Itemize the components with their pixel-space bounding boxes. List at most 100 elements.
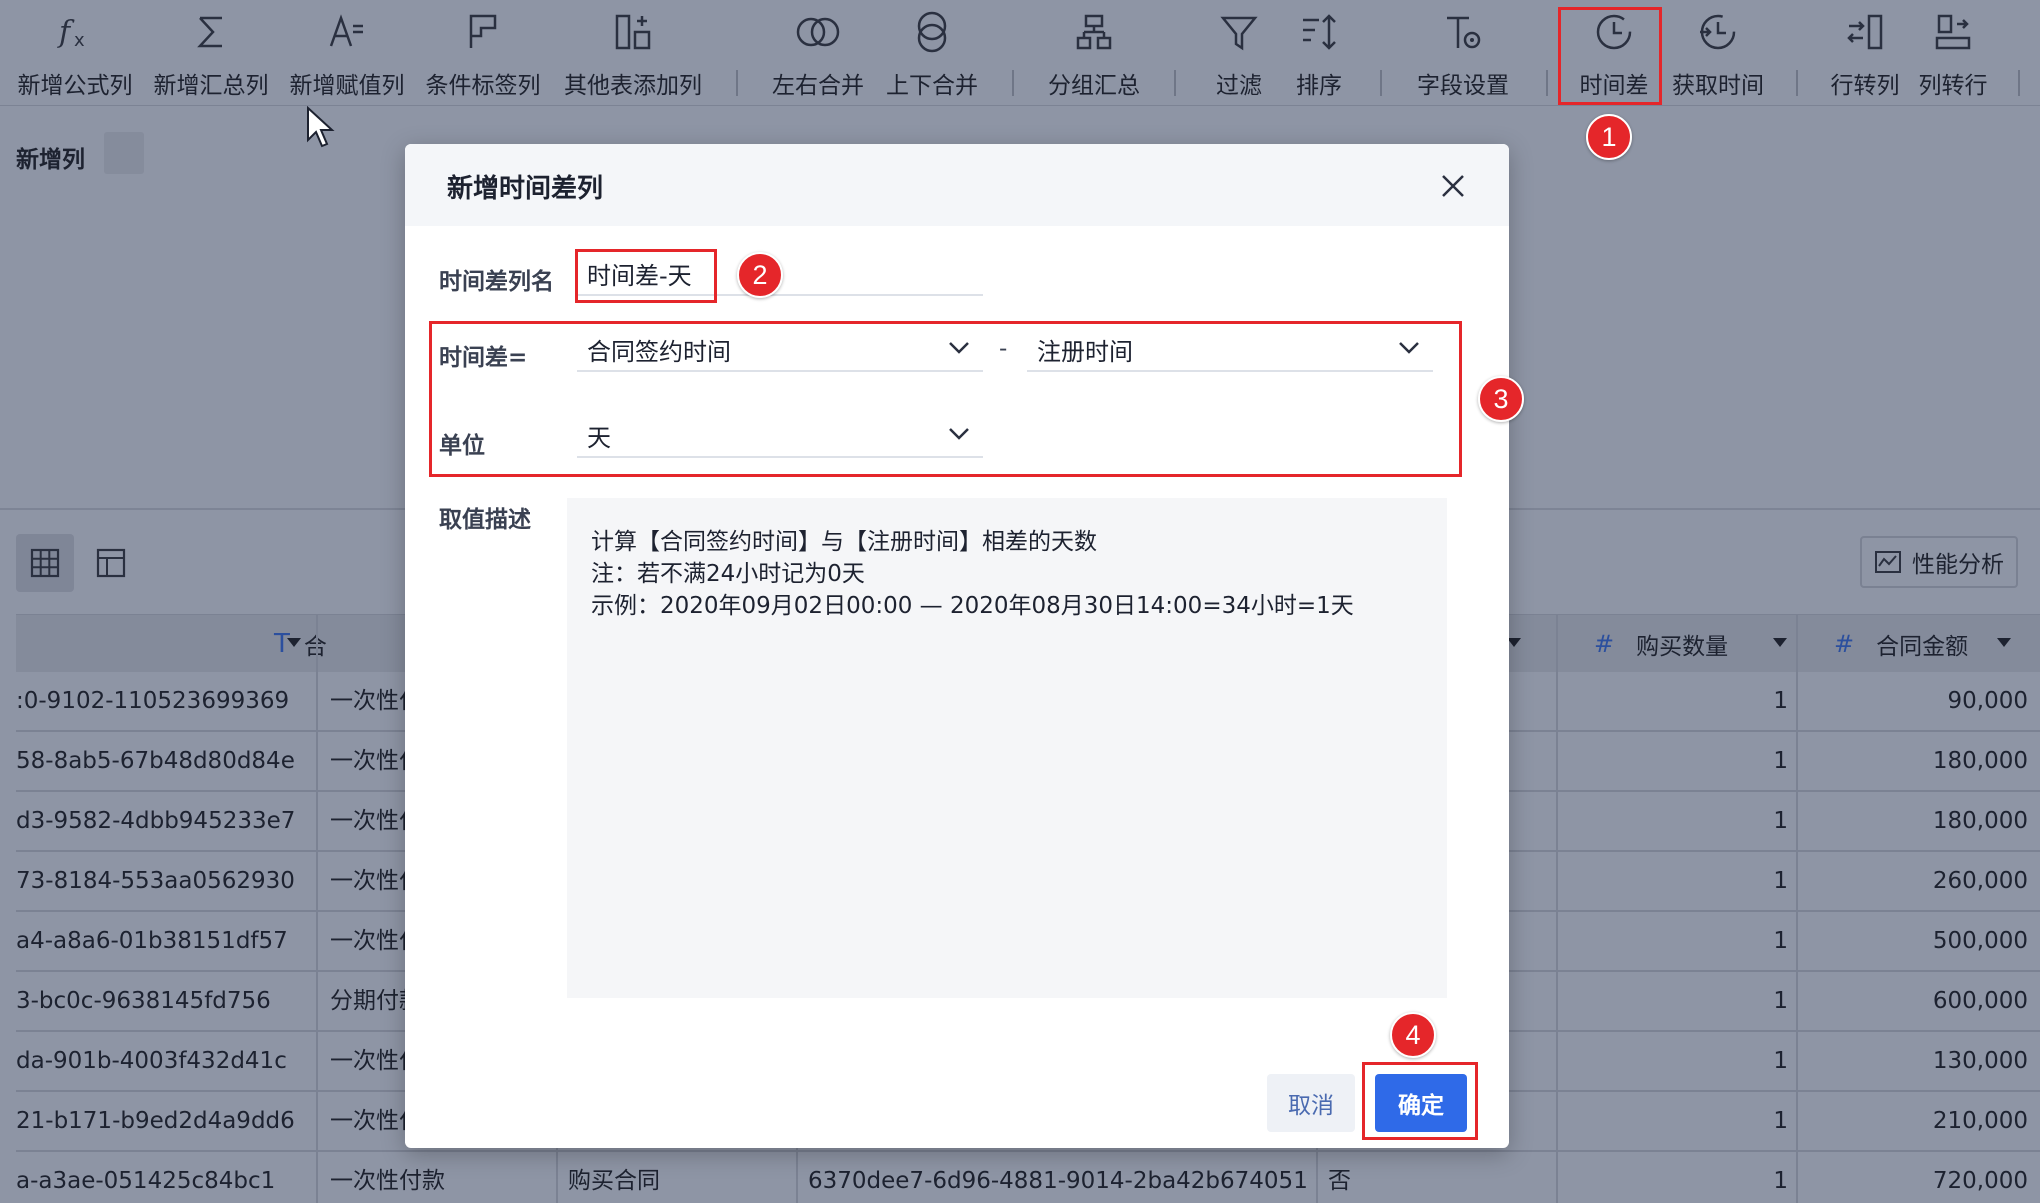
- step-badge-2: 2: [737, 252, 783, 298]
- number-icon: #: [1834, 630, 1855, 658]
- new-column-chip[interactable]: [104, 132, 144, 174]
- layout-icon: [96, 548, 126, 578]
- merge-horizontal-icon: [796, 10, 840, 54]
- col-header-quantity[interactable]: # 购买数量: [1580, 615, 1810, 673]
- step-badge-1: 1: [1586, 114, 1632, 160]
- step-badge-4: 4: [1390, 1012, 1436, 1058]
- performance-analysis-button[interactable]: 性能分析: [1860, 536, 2018, 588]
- flag-icon: [461, 10, 505, 54]
- toolbar-separator: [736, 70, 738, 96]
- formula-icon: fx: [53, 10, 97, 54]
- close-icon: [1442, 175, 1464, 197]
- add-formula-column-label: 新增公式列: [17, 73, 133, 99]
- row-to-column-button[interactable]: 行转列: [1824, 0, 1906, 106]
- field-settings-icon: [1441, 10, 1485, 54]
- sort-caret-icon[interactable]: [1772, 637, 1788, 649]
- table-cell-qty: 1: [1773, 748, 1788, 774]
- description-line: 注：若不满24小时记为0天: [591, 561, 865, 587]
- filter-label: 过滤: [1216, 73, 1262, 99]
- grid-view-button[interactable]: [16, 534, 74, 592]
- merge-horizontal-button[interactable]: 左右合并: [766, 0, 870, 106]
- table-cell-id: d3-9582-4dbb945233e7: [16, 808, 296, 834]
- table-cell-id: 73-8184-553aa0562930: [16, 868, 295, 894]
- close-button[interactable]: [1433, 166, 1473, 206]
- sort-caret-icon[interactable]: [286, 637, 302, 649]
- add-assign-column-button[interactable]: 新增赋值列: [286, 0, 408, 106]
- merge-vertical-label: 上下合并: [886, 73, 978, 99]
- sigma-icon: [189, 10, 233, 54]
- table-cell-qty: 1: [1773, 1108, 1788, 1134]
- col-header-quantity-label: 购买数量: [1636, 634, 1729, 660]
- table-cell-amount: 260,000: [1932, 868, 2028, 894]
- chart-icon: [1875, 551, 1901, 573]
- table-cell-amount: 600,000: [1932, 988, 2028, 1014]
- mouse-cursor-icon: [307, 106, 335, 148]
- step-badge-3: 3: [1478, 376, 1524, 422]
- sort-button[interactable]: 排序: [1284, 0, 1354, 106]
- toolbar-separator: [1546, 70, 1548, 96]
- table-cell-qty: 1: [1773, 928, 1788, 954]
- other-table-add-column-button[interactable]: 其他表添加列: [558, 0, 708, 106]
- table-cell-id: 58-8ab5-67b48d80d84e: [16, 748, 295, 774]
- table-cell-id: a4-a8a6-01b38151df57: [16, 928, 288, 954]
- table-cell-uuid: 6370dee7-6d96-4881-9014-2ba42b674051: [808, 1168, 1308, 1194]
- sort-icon: [1297, 10, 1341, 54]
- col-header-amount[interactable]: # 合同金额: [1820, 615, 2030, 673]
- table-cell-id: a-a3ae-051425c84bc1: [16, 1168, 276, 1194]
- add-column-icon: [611, 10, 655, 54]
- table-cell-qty: 1: [1773, 808, 1788, 834]
- toolbar-separator: [1174, 70, 1176, 96]
- row-to-column-icon: [1843, 10, 1887, 54]
- add-formula-column-button[interactable]: fx 新增公式列: [14, 0, 136, 106]
- sort-label: 排序: [1296, 73, 1342, 99]
- row-to-column-label: 行转列: [1830, 73, 1900, 99]
- field-settings-label: 字段设置: [1417, 73, 1509, 99]
- layout-view-button[interactable]: [82, 534, 140, 592]
- toolbar-separator: [1012, 70, 1014, 96]
- description-label: 取值描述: [439, 507, 531, 533]
- column-to-row-button[interactable]: 列转行: [1912, 0, 1994, 106]
- table-row[interactable]: a-a3ae-051425c84bc1 一次性付款 购买合同 6370dee7-6d9…: [16, 1152, 2040, 1203]
- performance-analysis-label: 性能分析: [1912, 552, 2004, 578]
- section-title: 新增列: [16, 147, 85, 173]
- toolbar-separator: [1380, 70, 1382, 96]
- add-assign-column-label: 新增赋值列: [289, 73, 405, 99]
- table-cell-amount: 210,000: [1932, 1108, 2028, 1134]
- table-cell-type: 一次性付款: [330, 1168, 445, 1194]
- field-settings-button[interactable]: 字段设置: [1408, 0, 1518, 106]
- toolbar: fx 新增公式列 新增汇总列 新增赋值列 条件标签列 其他表添加列 左右合并 上…: [0, 0, 2040, 106]
- table-cell-contract: 购买合同: [568, 1168, 660, 1194]
- merge-vertical-icon: [910, 10, 954, 54]
- table-cell-id: 3-bc0c-9638145fd756: [16, 988, 271, 1014]
- filter-icon: [1217, 10, 1261, 54]
- group-summary-button[interactable]: 分组汇总: [1040, 0, 1148, 106]
- get-time-label: 获取时间: [1672, 73, 1764, 99]
- highlight-confirm: [1362, 1062, 1478, 1140]
- description-line: 计算【合同签约时间】与【注册时间】相差的天数: [591, 529, 1097, 555]
- merge-horizontal-label: 左右合并: [772, 73, 864, 99]
- description-line: 示例：2020年09月02日00:00 — 2020年08月30日14:00=3…: [591, 593, 1354, 619]
- table-cell-qty: 1: [1773, 988, 1788, 1014]
- group-icon: [1072, 10, 1116, 54]
- cancel-button[interactable]: 取消: [1267, 1074, 1355, 1132]
- table-cell-amount: 180,000: [1932, 748, 2028, 774]
- toolbar-separator: [2018, 70, 2020, 96]
- highlight-diff-settings: [429, 321, 1462, 477]
- table-cell-qty: 1: [1773, 1048, 1788, 1074]
- dialog-header: 新增时间差列: [405, 144, 1509, 226]
- get-time-button[interactable]: 获取时间: [1664, 0, 1772, 106]
- table-cell-id: da-901b-4003f432d41c: [16, 1048, 287, 1074]
- table-cell-id: :0-9102-110523699369: [16, 688, 290, 714]
- assign-icon: [325, 10, 369, 54]
- svg-text:f: f: [57, 15, 75, 50]
- merge-vertical-button[interactable]: 上下合并: [880, 0, 984, 106]
- other-table-add-column-label: 其他表添加列: [564, 73, 702, 99]
- condition-tag-column-button[interactable]: 条件标签列: [422, 0, 544, 106]
- table-cell-flag: 否: [1328, 1168, 1351, 1194]
- filter-button[interactable]: 过滤: [1204, 0, 1274, 106]
- add-summary-column-button[interactable]: 新增汇总列: [150, 0, 272, 106]
- table-cell-qty: 1: [1773, 868, 1788, 894]
- number-icon: #: [1594, 630, 1615, 658]
- col-header-amount-label: 合同金额: [1876, 634, 1969, 660]
- sort-caret-icon[interactable]: [1996, 637, 2012, 649]
